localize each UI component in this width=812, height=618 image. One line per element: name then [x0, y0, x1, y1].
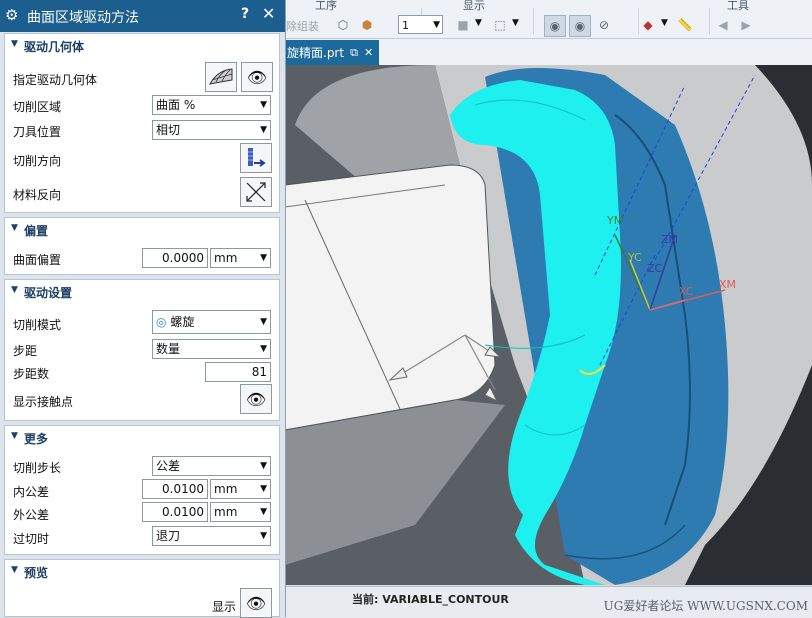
back-arrow-icon[interactable]: ◀	[713, 15, 733, 35]
tool-position-select[interactable]: 相切 ▼	[152, 120, 271, 140]
cut-direction-icon	[248, 148, 266, 167]
axis-label-xc: XC	[679, 285, 694, 298]
remove-assembly-button[interactable]: 除组装	[286, 18, 319, 34]
surface-area-drive-dialog: ⚙ 曲面区域驱动方法 ? ✕ ▼ 驱动几何体 指定驱动几何体 👁 切削区域 曲面…	[0, 0, 286, 618]
collapse-arrow-icon[interactable]: ▼	[11, 39, 18, 49]
status-current-operation: 当前: VARIABLE_CONTOUR	[352, 593, 509, 606]
eye-icon: 👁	[245, 593, 267, 613]
surface-offset-label: 曲面偏置	[13, 253, 62, 267]
measure-ruler-icon[interactable]: 📏	[675, 15, 695, 35]
preview-show-button[interactable]: 👁	[240, 588, 272, 618]
spiral-icon: ◎	[156, 315, 167, 329]
intol-input[interactable]: 0.0100	[142, 479, 208, 499]
select-drive-geometry-button[interactable]	[205, 62, 237, 92]
cut-direction-label: 切削方向	[13, 154, 62, 168]
tab-detach-icon[interactable]: ⧉	[350, 46, 358, 60]
ribbon-group-display: 显示	[463, 0, 485, 12]
status-bar: 当前: VARIABLE_CONTOUR UG爱好者论坛 WWW.UGSNX.C…	[285, 586, 812, 618]
section-header-drive-settings[interactable]: ▼ 驱动设置	[5, 280, 279, 304]
shaded-display-dropdown[interactable]: ▼	[475, 18, 482, 28]
dialog-title: 曲面区域驱动方法	[27, 10, 139, 26]
tool-position-label: 刀具位置	[13, 125, 62, 139]
section-header-more[interactable]: ▼ 更多	[5, 426, 279, 450]
show-contact-label: 显示接触点	[13, 395, 74, 409]
ribbon-toolbar: 工序 显示 工具 除组装 ⬡ ⬢ 1 ▼ ■ ▼ ⬚ ▼ ◉ ◉ ⊘ ◆ ▼ 📏 …	[285, 0, 812, 39]
gear-icon: ⚙	[5, 6, 19, 24]
ribbon-group-process: 工序	[315, 0, 337, 12]
outtol-input[interactable]: 0.0100	[142, 502, 208, 522]
show-eye-icon[interactable]: ◉	[569, 15, 591, 37]
section-preview: ▼ 预览 显示 👁	[4, 559, 280, 618]
dialog-title-bar[interactable]: ⚙ 曲面区域驱动方法 ? ✕	[0, 0, 285, 32]
watermark-text: UG爱好者论坛 WWW.UGSNX.COM	[603, 599, 808, 613]
help-button[interactable]: ?	[241, 6, 249, 22]
graphics-viewport[interactable]: YM YC ZM ZC XC XM	[285, 65, 812, 585]
material-reverse-button[interactable]	[240, 177, 272, 207]
specify-drive-geometry-label: 指定驱动几何体	[13, 73, 98, 87]
overcut-label: 过切时	[13, 532, 50, 546]
section-header-drive-geometry[interactable]: ▼ 驱动几何体	[5, 34, 279, 58]
overcut-select[interactable]: 退刀 ▼	[152, 526, 271, 546]
axis-label-ym: YM	[607, 214, 624, 227]
material-reverse-label: 材料反向	[13, 188, 62, 202]
section-more: ▼ 更多 切削步长 公差 ▼ 内公差 0.0100 mm ▼ 外公差 0.0100 …	[4, 425, 280, 555]
intol-unit-select[interactable]: mm ▼	[210, 479, 271, 499]
num-steps-input[interactable]: 81	[205, 362, 271, 382]
section-offset: ▼ 偏置 曲面偏置 0.0000 mm ▼	[4, 217, 280, 275]
section-header-offset[interactable]: ▼ 偏置	[5, 218, 279, 242]
close-button[interactable]: ✕	[262, 4, 275, 23]
axis-label-zc: ZC	[647, 262, 663, 275]
tab-close-icon[interactable]: ✕	[364, 46, 373, 59]
cut-step-label: 切削步长	[13, 461, 62, 475]
eye-icon: 👁	[245, 389, 267, 409]
preview-show-label: 显示	[212, 600, 237, 614]
cut-step-select[interactable]: 公差 ▼	[152, 456, 271, 476]
surface-grid-icon	[209, 68, 233, 85]
tab-label: 旋精面.prt	[287, 46, 345, 60]
show-contact-eye-button[interactable]: 👁	[240, 384, 272, 414]
collapse-arrow-icon[interactable]: ▼	[11, 565, 18, 575]
cube-orange-icon[interactable]: ⬢	[357, 15, 377, 35]
surface-offset-unit-select[interactable]: mm ▼	[210, 248, 271, 268]
file-tab-bar: 旋精面.prt ⧉ ✕	[285, 39, 812, 65]
collapse-arrow-icon[interactable]: ▼	[11, 223, 18, 233]
surface-offset-input[interactable]: 0.0000	[142, 248, 208, 268]
layer-settings-dropdown[interactable]: ▼	[661, 18, 668, 28]
collapse-arrow-icon[interactable]: ▼	[11, 431, 18, 441]
axis-label-xm: XM	[719, 278, 737, 291]
hide-eye-icon[interactable]: ⊘	[594, 15, 614, 35]
layer-settings-icon[interactable]: ◆	[638, 15, 658, 35]
axis-label-yc: YC	[628, 251, 642, 264]
part-model-render	[285, 65, 812, 585]
wireframe-display-icon[interactable]: ⬚	[490, 15, 510, 35]
cut-pattern-label: 切削模式	[13, 318, 62, 332]
stepover-select[interactable]: 数量 ▼	[152, 339, 271, 359]
cut-area-label: 切削区域	[13, 100, 62, 114]
section-header-preview[interactable]: ▼ 预览	[5, 560, 279, 584]
mcs-eye-icon[interactable]: ◉	[544, 15, 566, 37]
part-file-tab[interactable]: 旋精面.prt ⧉ ✕	[285, 40, 380, 65]
wireframe-display-dropdown[interactable]: ▼	[512, 18, 519, 28]
section-drive-settings: ▼ 驱动设置 切削模式 ◎ 螺旋 ▼ 步距 数量 ▼ 步距数 81 显示接触点 👁	[4, 279, 280, 421]
num-steps-label: 步距数	[13, 367, 50, 381]
stepover-label: 步距	[13, 344, 38, 358]
cut-pattern-select[interactable]: ◎ 螺旋 ▼	[152, 310, 271, 334]
cube-gray-icon[interactable]: ⬡	[333, 15, 353, 35]
cut-direction-button[interactable]	[240, 143, 272, 173]
cut-area-select[interactable]: 曲面 % ▼	[152, 95, 271, 115]
axis-label-zm: ZM	[661, 233, 679, 246]
ribbon-group-tools: 工具	[727, 0, 749, 12]
eye-icon: 👁	[246, 67, 268, 87]
forward-arrow-icon[interactable]: ▶	[736, 15, 756, 35]
shaded-display-icon[interactable]: ■	[453, 15, 473, 35]
intol-label: 内公差	[13, 485, 50, 499]
layer-combo[interactable]: 1 ▼	[398, 15, 443, 34]
collapse-arrow-icon[interactable]: ▼	[11, 285, 18, 295]
display-geometry-eye-button[interactable]: 👁	[241, 62, 273, 92]
outtol-unit-select[interactable]: mm ▼	[210, 502, 271, 522]
outtol-label: 外公差	[13, 508, 50, 522]
section-drive-geometry: ▼ 驱动几何体 指定驱动几何体 👁 切削区域 曲面 % ▼ 刀具位置 相切 ▼ 切削…	[4, 33, 280, 213]
reverse-arrows-icon	[246, 182, 266, 202]
